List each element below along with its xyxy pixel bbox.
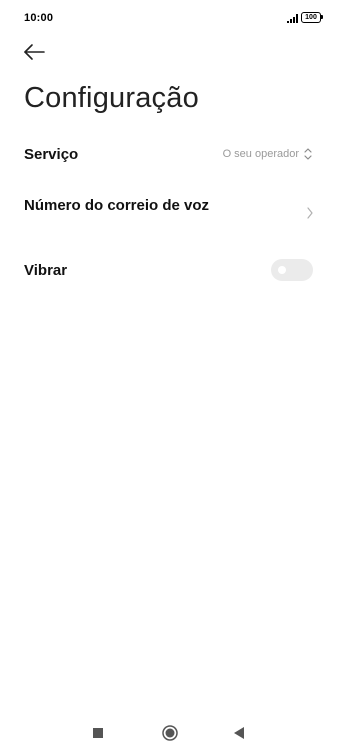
vibrate-toggle[interactable] [271,259,313,281]
signal-bars-icon [287,14,298,23]
chevron-right-icon [307,207,313,219]
settings-screen: 10:00 100 Configuração Serviço O seu ope… [0,0,339,754]
chevron-up-down-icon [304,148,312,160]
home-circle-icon[interactable] [162,725,178,741]
status-time: 10:00 [24,12,54,24]
back-triangle-icon[interactable] [233,726,245,740]
vibrate-row: Vibrar [0,252,339,288]
service-value: O seu operador [222,148,299,160]
back-button[interactable] [18,38,50,66]
vibrate-label: Vibrar [24,262,68,279]
battery-icon: 100 [301,12,323,23]
battery-level: 100 [301,12,321,23]
voicemail-number-label: Número do correio de voz [24,197,210,214]
service-label: Serviço [24,146,79,163]
arrow-left-icon [24,44,45,60]
navigation-bar [0,714,339,754]
service-row[interactable]: Serviço O seu operador [0,136,339,172]
page-title: Configuração [24,82,199,114]
voicemail-number-row[interactable]: Número do correio de voz [0,186,339,238]
status-bar: 10:00 100 [0,0,339,36]
toggle-knob [278,266,286,274]
recents-square-icon[interactable] [93,728,103,738]
